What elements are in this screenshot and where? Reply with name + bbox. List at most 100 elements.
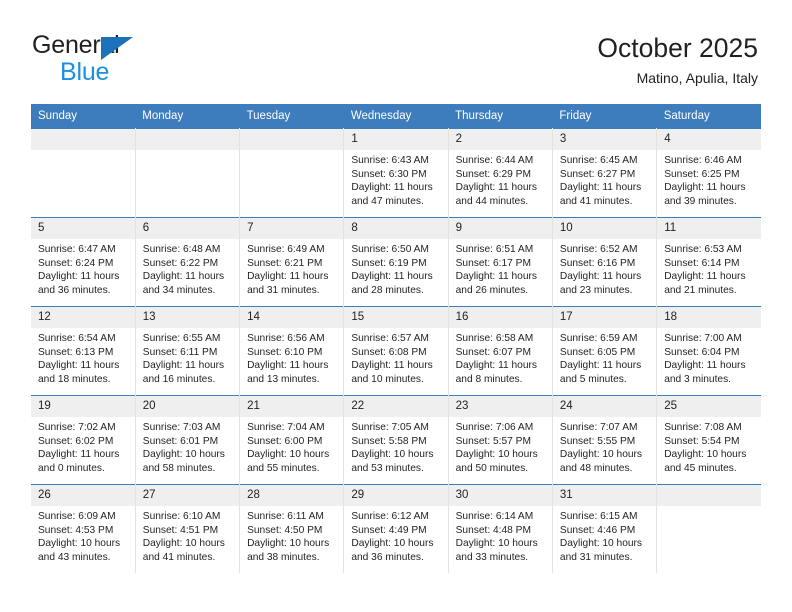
calendar-week-row: 5 Sunrise: 6:47 AM Sunset: 6:24 PM Daylight…	[31, 217, 761, 307]
calendar-day-cell[interactable]: 23 Sunrise: 7:06 AM Sunset: 5:57 PM Dayligh…	[447, 395, 553, 485]
day-details: Sunrise: 6:47 AM Sunset: 6:24 PM Daylight:…	[31, 239, 135, 297]
day-number: 10	[552, 218, 657, 239]
day-number: 21	[240, 396, 344, 417]
calendar-day-cell[interactable]: 26 Sunrise: 6:09 AM Sunset: 4:53 PM Dayligh…	[31, 484, 136, 573]
calendar-day-cell[interactable]: 13 Sunrise: 6:55 AM Sunset: 6:11 PM Dayligh…	[134, 306, 241, 396]
daylight-duration-line1: Daylight: 10 hours	[351, 449, 434, 460]
calendar-day-cell[interactable]: 14 Sunrise: 6:56 AM Sunset: 6:10 PM Dayligh…	[239, 306, 345, 396]
calendar-day-cell[interactable]: 27 Sunrise: 6:10 AM Sunset: 4:51 PM Dayligh…	[134, 484, 241, 573]
day-details: Sunrise: 6:12 AM Sunset: 4:49 PM Daylight:…	[344, 506, 447, 564]
sunrise-time: Sunrise: 6:57 AM	[351, 333, 429, 344]
day-number: 24	[552, 396, 657, 417]
daylight-duration-line1: Daylight: 11 hours	[351, 182, 433, 193]
daylight-duration-line2: and 28 minutes.	[351, 284, 424, 296]
sunrise-time: Sunrise: 7:07 AM	[559, 422, 638, 433]
day-number: 7	[240, 218, 344, 239]
daylight-duration-line1: Daylight: 11 hours	[38, 271, 120, 282]
calendar-day-cell[interactable]: 22 Sunrise: 7:05 AM Sunset: 5:58 PM Dayligh…	[343, 395, 449, 485]
day-number: 15	[344, 307, 448, 328]
daylight-duration-line2: and 18 minutes.	[38, 373, 111, 385]
daylight-duration-line1: Daylight: 11 hours	[664, 360, 746, 371]
day-details: Sunrise: 6:54 AM Sunset: 6:13 PM Daylight:…	[31, 328, 135, 386]
day-number: 14	[240, 307, 344, 328]
calendar-day-cell[interactable]: 3 Sunrise: 6:45 AM Sunset: 6:27 PM Daylight…	[551, 128, 658, 218]
daylight-duration-line2: and 33 minutes.	[455, 551, 529, 563]
daylight-duration-line1: Daylight: 10 hours	[351, 538, 434, 549]
calendar-day-cell[interactable]: 24 Sunrise: 7:07 AM Sunset: 5:55 PM Dayligh…	[551, 395, 658, 485]
calendar-day-cell[interactable]: 21 Sunrise: 7:04 AM Sunset: 6:00 PM Dayligh…	[239, 395, 345, 485]
sunset-time: Sunset: 5:57 PM	[455, 435, 531, 447]
daylight-duration-line1: Daylight: 11 hours	[38, 360, 120, 371]
calendar-day-cell[interactable]: 4 Sunrise: 6:46 AM Sunset: 6:25 PM Daylight…	[656, 128, 761, 218]
title-block: October 2025 Matino, Apulia, Italy	[597, 32, 758, 88]
daylight-duration-line1: Daylight: 11 hours	[664, 271, 746, 282]
calendar-day-cell[interactable]: 18 Sunrise: 7:00 AM Sunset: 6:04 PM Dayligh…	[656, 306, 761, 396]
page-header: General Blue October 2025 Matino, Apulia…	[0, 0, 792, 104]
day-number	[657, 485, 761, 506]
day-number: 4	[657, 129, 761, 150]
calendar-day-cell[interactable]: 11 Sunrise: 6:53 AM Sunset: 6:14 PM Dayligh…	[656, 217, 761, 307]
sunrise-time: Sunrise: 7:04 AM	[247, 422, 325, 433]
daylight-duration-line1: Daylight: 11 hours	[142, 360, 225, 371]
daylight-duration-line2: and 45 minutes.	[664, 462, 737, 474]
weekday-header-thursday: Thursday	[448, 104, 553, 129]
daylight-duration-line1: Daylight: 11 hours	[142, 271, 225, 282]
sunrise-time: Sunrise: 6:45 AM	[559, 155, 638, 166]
calendar-day-cell-empty	[656, 484, 761, 573]
calendar-day-cell[interactable]: 15 Sunrise: 6:57 AM Sunset: 6:08 PM Dayligh…	[343, 306, 449, 396]
calendar-day-cell[interactable]: 1 Sunrise: 6:43 AM Sunset: 6:30 PM Daylight…	[343, 128, 449, 218]
day-number: 30	[448, 485, 552, 506]
daylight-duration-line1: Daylight: 10 hours	[455, 538, 538, 549]
day-details: Sunrise: 7:06 AM Sunset: 5:57 PM Daylight:…	[449, 417, 552, 475]
sunrise-time: Sunrise: 6:50 AM	[351, 244, 429, 255]
page-subtitle: Matino, Apulia, Italy	[636, 70, 758, 86]
daylight-duration-line2: and 31 minutes.	[559, 551, 633, 563]
day-number: 6	[135, 218, 240, 239]
calendar-day-cell[interactable]: 19 Sunrise: 7:02 AM Sunset: 6:02 PM Dayligh…	[31, 395, 136, 485]
calendar-grid: Sunday Monday Tuesday Wednesday Thursday…	[31, 104, 761, 573]
calendar-day-cell[interactable]: 7 Sunrise: 6:49 AM Sunset: 6:21 PM Daylight…	[239, 217, 345, 307]
day-details: Sunrise: 6:10 AM Sunset: 4:51 PM Daylight:…	[136, 506, 239, 564]
day-details: Sunrise: 7:07 AM Sunset: 5:55 PM Daylight:…	[553, 417, 656, 475]
day-details: Sunrise: 6:59 AM Sunset: 6:05 PM Daylight:…	[553, 328, 656, 386]
daylight-duration-line2: and 3 minutes.	[664, 373, 732, 385]
day-number: 17	[552, 307, 657, 328]
calendar-day-cell[interactable]: 25 Sunrise: 7:08 AM Sunset: 5:54 PM Dayligh…	[656, 395, 761, 485]
daylight-duration-line2: and 21 minutes.	[664, 284, 737, 296]
sunset-time: Sunset: 6:19 PM	[351, 257, 427, 269]
day-number: 29	[344, 485, 448, 506]
day-details: Sunrise: 6:55 AM Sunset: 6:11 PM Daylight:…	[136, 328, 239, 386]
day-details: Sunrise: 6:45 AM Sunset: 6:27 PM Daylight:…	[553, 150, 656, 208]
calendar-day-cell[interactable]: 29 Sunrise: 6:12 AM Sunset: 4:49 PM Dayligh…	[343, 484, 449, 573]
daylight-duration-line2: and 5 minutes.	[559, 373, 627, 385]
calendar-day-cell[interactable]: 28 Sunrise: 6:11 AM Sunset: 4:50 PM Dayligh…	[239, 484, 345, 573]
calendar-day-cell[interactable]: 10 Sunrise: 6:52 AM Sunset: 6:16 PM Dayligh…	[551, 217, 658, 307]
daylight-duration-line2: and 16 minutes.	[142, 373, 216, 385]
calendar-day-cell[interactable]: 2 Sunrise: 6:44 AM Sunset: 6:29 PM Daylight…	[447, 128, 553, 218]
daylight-duration-line1: Daylight: 11 hours	[455, 360, 537, 371]
calendar-day-cell[interactable]: 30 Sunrise: 6:14 AM Sunset: 4:48 PM Dayligh…	[447, 484, 553, 573]
day-details: Sunrise: 6:15 AM Sunset: 4:46 PM Daylight:…	[553, 506, 656, 564]
general-blue-logo[interactable]: General Blue	[32, 31, 212, 87]
sunset-time: Sunset: 6:27 PM	[559, 168, 636, 180]
calendar-day-cell[interactable]: 9 Sunrise: 6:51 AM Sunset: 6:17 PM Daylight…	[447, 217, 553, 307]
calendar-day-cell[interactable]: 31 Sunrise: 6:15 AM Sunset: 4:46 PM Dayligh…	[551, 484, 658, 573]
daylight-duration-line1: Daylight: 10 hours	[455, 449, 538, 460]
calendar-day-cell[interactable]: 5 Sunrise: 6:47 AM Sunset: 6:24 PM Daylight…	[31, 217, 136, 307]
calendar-day-cell[interactable]: 6 Sunrise: 6:48 AM Sunset: 6:22 PM Daylight…	[134, 217, 241, 307]
sunset-time: Sunset: 4:46 PM	[559, 524, 636, 536]
calendar-day-cell[interactable]: 8 Sunrise: 6:50 AM Sunset: 6:19 PM Daylight…	[343, 217, 449, 307]
daylight-duration-line2: and 23 minutes.	[559, 284, 633, 296]
day-number: 16	[448, 307, 552, 328]
calendar-day-cell[interactable]: 16 Sunrise: 6:58 AM Sunset: 6:07 PM Dayligh…	[447, 306, 553, 396]
day-details: Sunrise: 7:03 AM Sunset: 6:01 PM Daylight:…	[136, 417, 239, 475]
day-number: 12	[31, 307, 135, 328]
sunset-time: Sunset: 6:13 PM	[38, 346, 114, 358]
day-details: Sunrise: 6:58 AM Sunset: 6:07 PM Daylight:…	[449, 328, 552, 386]
daylight-duration-line2: and 0 minutes.	[38, 462, 105, 474]
calendar-day-cell[interactable]: 20 Sunrise: 7:03 AM Sunset: 6:01 PM Dayligh…	[134, 395, 241, 485]
calendar-day-cell[interactable]: 17 Sunrise: 6:59 AM Sunset: 6:05 PM Dayligh…	[551, 306, 658, 396]
daylight-duration-line1: Daylight: 11 hours	[664, 182, 746, 193]
calendar-day-cell[interactable]: 12 Sunrise: 6:54 AM Sunset: 6:13 PM Dayligh…	[31, 306, 136, 396]
page-title: October 2025	[597, 33, 758, 63]
